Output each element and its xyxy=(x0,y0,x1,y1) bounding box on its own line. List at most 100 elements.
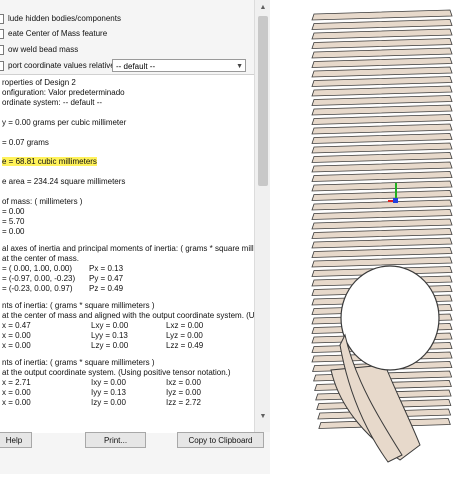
principal-axes-subtitle: at the center of mass. xyxy=(2,254,79,263)
moment-cell: Iyz = 0.00 xyxy=(166,388,201,397)
threaded-part-model xyxy=(311,9,453,463)
thread-ridge xyxy=(311,114,453,125)
properties-title: roperties of Design 2 xyxy=(2,78,76,87)
thread-ridge xyxy=(311,161,453,173)
thread-ridge xyxy=(311,123,453,135)
coordinate-system-select-value: -- default -- xyxy=(116,62,156,71)
moment-cell: Izy = 0.00 xyxy=(91,398,126,407)
scroll-up-icon[interactable]: ▲ xyxy=(255,1,270,15)
com-x: = 0.00 xyxy=(2,207,25,216)
thread-ridge xyxy=(311,199,453,211)
principal-moment-px: Px = 0.13 xyxy=(89,264,124,273)
thread-ridge xyxy=(311,57,453,68)
thread-ridge xyxy=(311,47,453,59)
copy-to-clipboard-button[interactable]: Copy to Clipboard xyxy=(177,432,264,448)
scroll-down-icon[interactable]: ▼ xyxy=(255,410,270,424)
moments-com-subtitle: at the center of mass and aligned with t… xyxy=(2,311,270,320)
mass-properties-panel: lude hidden bodies/components eate Cente… xyxy=(0,0,270,474)
help-button[interactable]: Help xyxy=(0,432,32,448)
option-include-hidden[interactable]: lude hidden bodies/components xyxy=(0,14,121,24)
thread-ridge xyxy=(311,95,453,106)
moment-cell: Iyy = 0.13 xyxy=(91,388,126,397)
moment-cell: Lzy = 0.00 xyxy=(91,341,129,350)
moment-cell: Izz = 2.72 xyxy=(166,398,201,407)
thread-ridge xyxy=(311,66,453,78)
moment-cell: Lxz = 0.00 xyxy=(166,321,204,330)
moments-output-row: x = 2.71 Ixy = 0.00 Ixz = 0.00 xyxy=(2,378,201,388)
thread-ridge xyxy=(311,152,453,163)
volume-highlight: e = 68.81 cubic millimeters xyxy=(2,157,97,166)
moments-com-row: x = 0.00 Lyy = 0.13 Lyz = 0.00 xyxy=(2,331,203,341)
center-of-mass-title: of mass: ( millimeters ) xyxy=(2,197,83,206)
moments-com-row: x = 0.47 Lxy = 0.00 Lxz = 0.00 xyxy=(2,321,203,331)
moment-cell: x = 0.00 xyxy=(2,388,31,397)
thread-ridge xyxy=(311,228,453,239)
thread-ridge xyxy=(311,171,453,182)
moments-com-title: nts of inertia: ( grams * square millime… xyxy=(2,301,155,310)
moments-output-row: x = 0.00 Iyy = 0.13 Iyz = 0.00 xyxy=(2,388,201,398)
thread-ridge xyxy=(311,142,453,154)
moment-cell: Lyz = 0.00 xyxy=(166,331,203,340)
create-com-checkbox[interactable] xyxy=(0,29,4,39)
option-show-weld[interactable]: ow weld bead mass xyxy=(0,45,78,55)
coordinate-system-line: ordinate system: -- default -- xyxy=(2,98,103,107)
scrollbar-thumb[interactable] xyxy=(258,16,268,186)
print-button[interactable]: Print... xyxy=(85,432,146,448)
include-hidden-checkbox[interactable] xyxy=(0,14,4,24)
thread-ridge xyxy=(311,28,453,40)
principal-axes-title: al axes of inertia and principal moments… xyxy=(2,244,270,253)
moment-cell: Lzz = 0.49 xyxy=(166,341,204,350)
thread-ridge xyxy=(311,38,453,49)
show-weld-label: ow weld bead mass xyxy=(8,45,79,54)
moments-output-row: x = 0.00 Izy = 0.00 Izz = 2.72 xyxy=(2,398,201,408)
moment-cell: x = 2.71 xyxy=(2,378,31,387)
create-com-label: eate Center of Mass feature xyxy=(8,29,108,38)
results-scrollbar[interactable]: ▲ ▼ xyxy=(254,0,270,432)
density-line: y = 0.00 grams per cubic millimeter xyxy=(2,118,127,127)
cross-bore-hole xyxy=(340,265,440,371)
principal-moment-py: Py = 0.47 xyxy=(89,274,124,283)
moment-cell: Ixy = 0.00 xyxy=(91,378,126,387)
option-report-relative[interactable]: port coordinate values relative to: xyxy=(0,61,126,71)
principal-moment-pz: Pz = 0.49 xyxy=(89,284,124,293)
thread-ridge xyxy=(311,9,453,21)
moments-com-row: x = 0.00 Lzy = 0.00 Lzz = 0.49 xyxy=(2,341,203,351)
include-hidden-label: lude hidden bodies/components xyxy=(8,14,121,23)
coordinate-system-select[interactable]: -- default -- ▼ xyxy=(112,59,246,72)
thread-ridge xyxy=(311,180,453,192)
moment-cell: Lyy = 0.13 xyxy=(91,331,128,340)
thread-ridge xyxy=(311,256,453,268)
volume-line: e = 68.81 cubic millimeters xyxy=(2,157,97,167)
moment-cell: x = 0.47 xyxy=(2,321,31,330)
moments-output-subtitle: at the output coordinate system. (Using … xyxy=(2,368,231,377)
report-relative-label: port coordinate values relative to: xyxy=(8,61,126,70)
results-text-area[interactable]: roperties of Design 2 onfiguration: Valo… xyxy=(0,74,270,433)
surface-area-line: e area = 234.24 square millimeters xyxy=(2,177,126,186)
chevron-down-icon: ▼ xyxy=(236,63,243,70)
thread-ridge xyxy=(311,190,453,201)
thread-ridge xyxy=(311,104,453,116)
principal-axis-iy: = (-0.97, 0.00, -0.23) xyxy=(2,274,76,283)
thread-ridge xyxy=(311,209,453,220)
thread-ridge xyxy=(311,133,453,144)
configuration-line: onfiguration: Valor predeterminado xyxy=(2,88,125,97)
option-create-com[interactable]: eate Center of Mass feature xyxy=(0,29,107,39)
thread-ridge xyxy=(311,237,453,249)
thread-ridge xyxy=(311,218,453,230)
com-y: = 5.70 xyxy=(2,217,25,226)
thread-ridge xyxy=(311,76,453,87)
moment-cell: x = 0.00 xyxy=(2,341,31,350)
thread-ridge xyxy=(311,85,453,97)
graphics-viewport[interactable] xyxy=(270,0,474,474)
z-axis-marker xyxy=(393,198,398,203)
com-z: = 0.00 xyxy=(2,227,25,236)
thread-ridge xyxy=(311,19,453,30)
moments-output-title: nts of inertia: ( grams * square millime… xyxy=(2,358,155,367)
report-relative-checkbox[interactable] xyxy=(0,61,4,71)
mass-line: = 0.07 grams xyxy=(2,138,49,147)
thread-ridge xyxy=(311,247,453,258)
show-weld-checkbox[interactable] xyxy=(0,45,4,55)
moment-cell: Ixz = 0.00 xyxy=(166,378,201,387)
moment-cell: x = 0.00 xyxy=(2,398,31,407)
moment-cell: x = 0.00 xyxy=(2,331,31,340)
